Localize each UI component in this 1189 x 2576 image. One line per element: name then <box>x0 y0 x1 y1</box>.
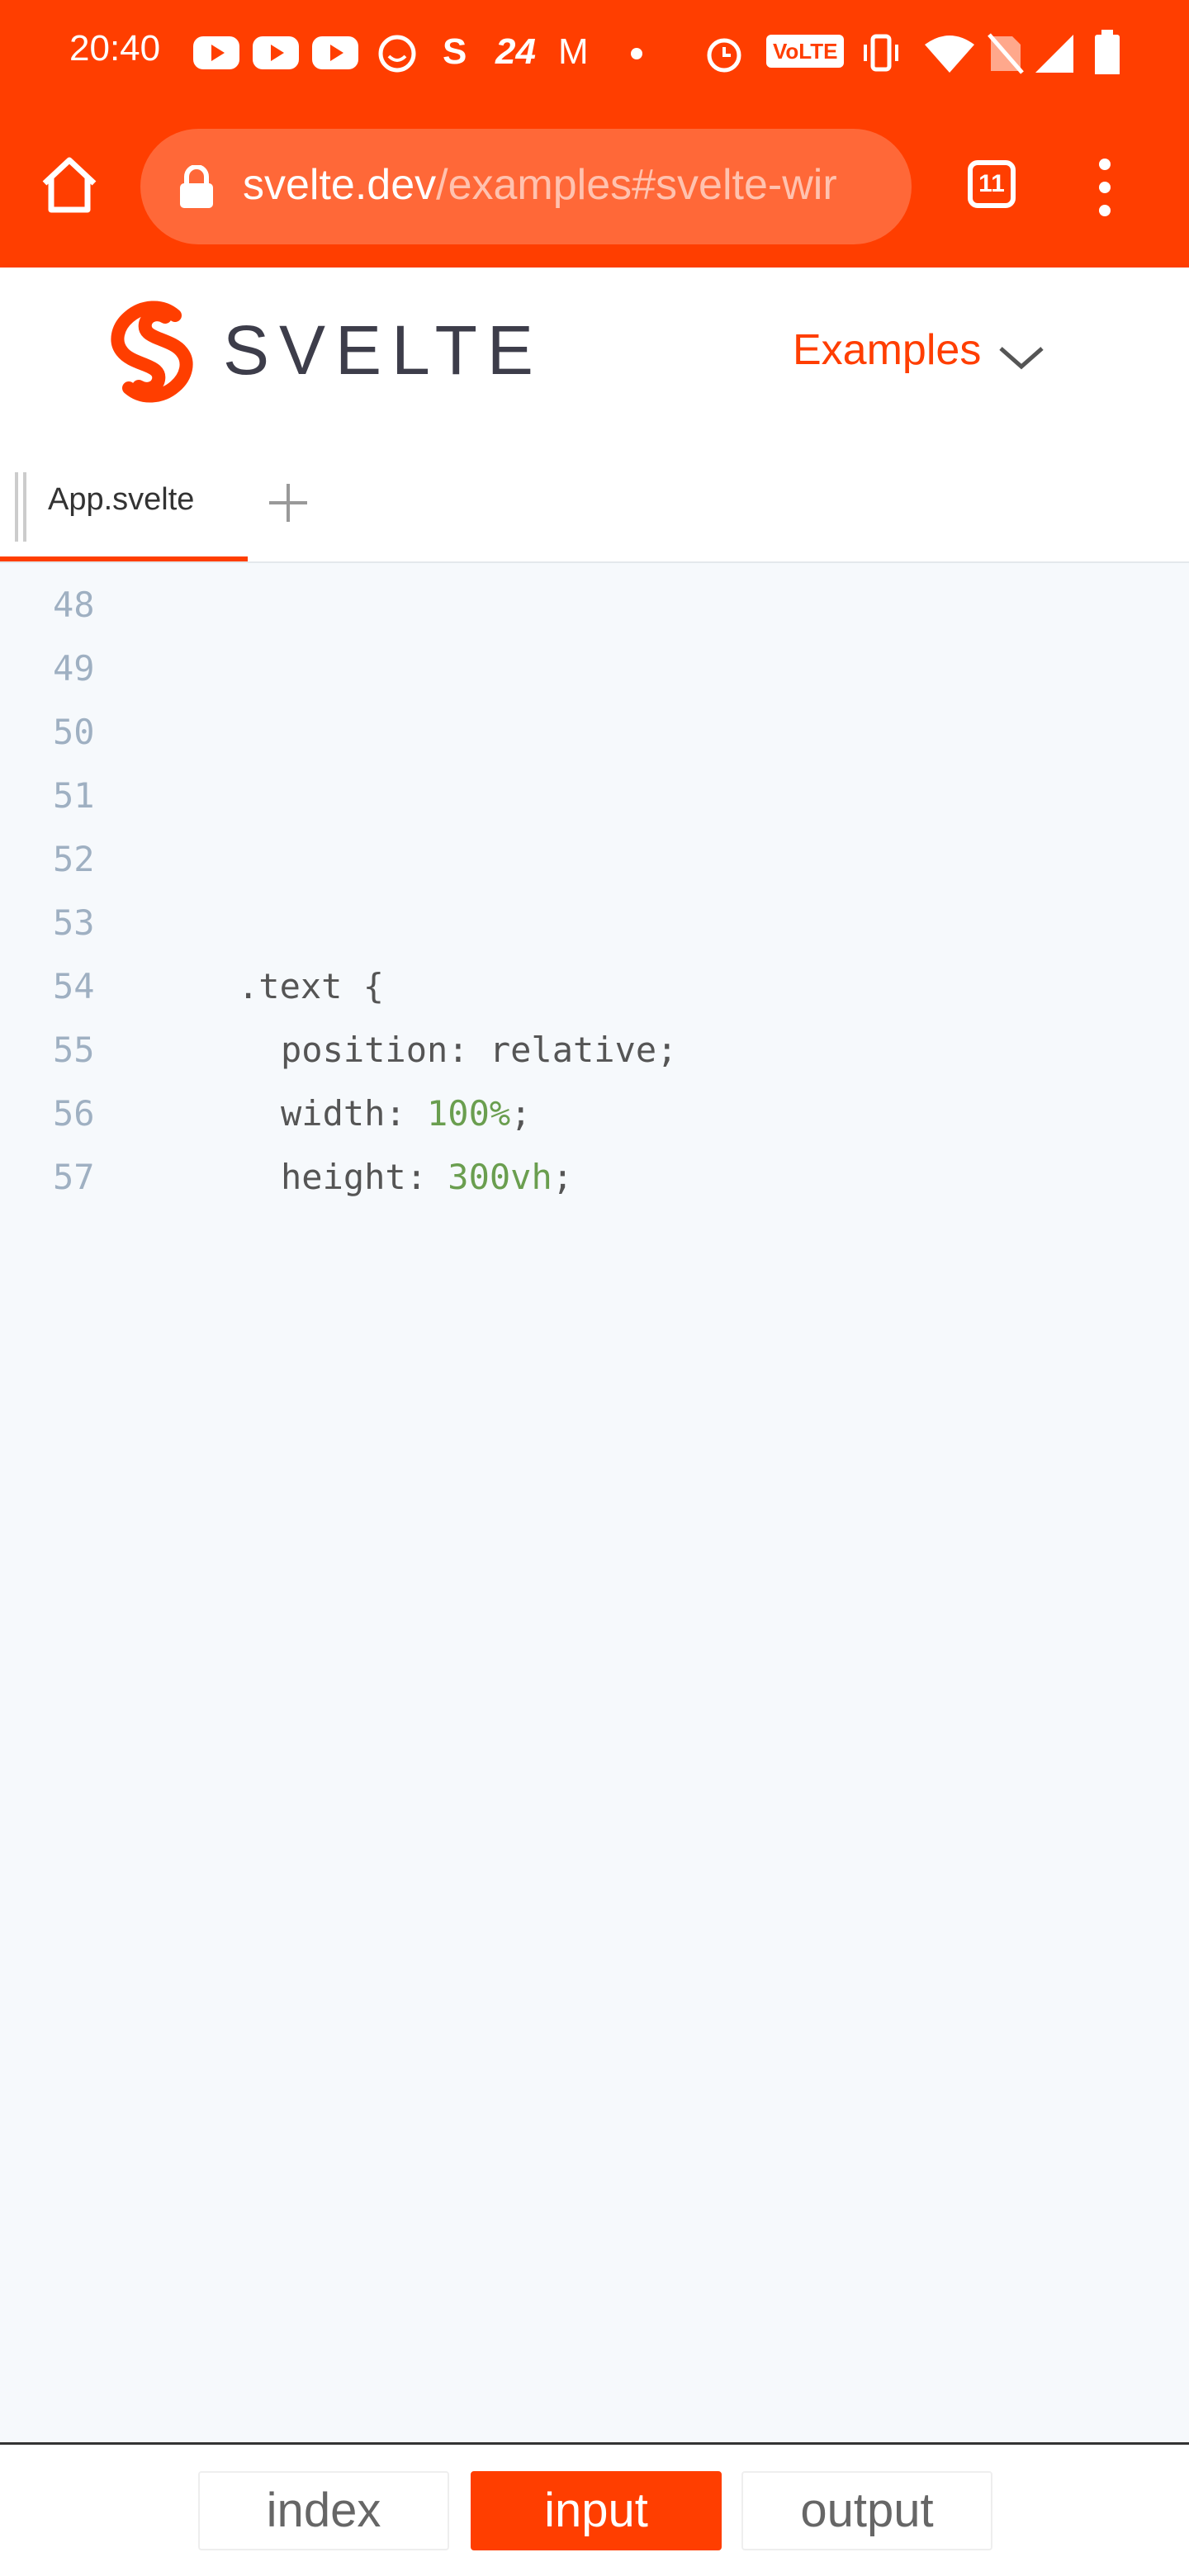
notification-dot-icon <box>631 48 642 59</box>
home-icon[interactable] <box>38 154 101 216</box>
input-toggle-button[interactable]: input <box>471 2471 722 2550</box>
site-header: SVELTE Examples <box>0 268 1189 441</box>
add-tab-icon[interactable] <box>266 481 310 525</box>
output-toggle-button[interactable]: output <box>741 2471 992 2550</box>
code-line[interactable]: 51 <box>0 764 1189 827</box>
url-text[interactable]: svelte.dev/examples#svelte-wir <box>243 160 895 210</box>
code-line[interactable]: 55 position: relative; <box>0 1018 1189 1082</box>
css-semicolon: ; <box>552 1157 574 1197</box>
code-text: position: relative; <box>281 1030 678 1070</box>
no-sim-icon <box>988 33 1024 74</box>
youtube-icon <box>312 36 358 69</box>
editor-tab-bar: App.svelte <box>0 441 1189 563</box>
code-line[interactable]: 48 <box>0 573 1189 637</box>
face-icon <box>378 35 416 73</box>
line-number: 51 <box>53 775 95 816</box>
line-number: 55 <box>53 1030 95 1070</box>
svelte-logo-icon[interactable] <box>109 301 195 403</box>
overflow-menu-icon[interactable] <box>1095 159 1115 216</box>
code-line[interactable]: 49 <box>0 637 1189 700</box>
index-toggle-button[interactable]: index <box>198 2471 449 2550</box>
view-toggle-bar: index input output <box>0 2442 1189 2576</box>
vibrate-icon <box>864 34 898 72</box>
code-line[interactable]: 52 <box>0 827 1189 891</box>
code-editor[interactable]: 48 49 50 51 52 53 54 .text { 55 position: relativ… <box>0 563 1189 2442</box>
css-property: width: <box>281 1093 428 1134</box>
line-number: 57 <box>53 1157 95 1197</box>
code-text: .text { <box>238 966 385 1006</box>
youtube-icon <box>193 36 239 69</box>
lock-icon <box>180 165 213 208</box>
nav-examples-link[interactable]: Examples <box>793 325 981 375</box>
css-property: height: <box>281 1157 448 1197</box>
status-bar: 20:40 S 24 M VoLTE <box>0 0 1189 107</box>
logo-text[interactable]: SVELTE <box>223 310 543 391</box>
volte-icon: VoLTE <box>766 35 845 68</box>
24-app-icon: 24 <box>495 31 536 72</box>
address-bar[interactable]: svelte.dev/examples#svelte-wir <box>140 129 912 244</box>
wifi-icon <box>925 36 974 73</box>
status-time: 20:40 <box>69 28 161 69</box>
tab-label: App.svelte <box>48 482 195 517</box>
alarm-icon <box>707 38 741 73</box>
youtube-icon <box>253 36 299 69</box>
tab-app-svelte[interactable]: App.svelte <box>0 441 248 561</box>
battery-icon <box>1095 30 1120 74</box>
signal-icon <box>1035 35 1073 73</box>
code-line[interactable]: 50 <box>0 700 1189 764</box>
css-number-value: 100% <box>427 1093 511 1134</box>
css-number-value: 300vh <box>448 1157 552 1197</box>
line-number: 52 <box>53 839 95 879</box>
code-line[interactable]: 54 .text { <box>0 954 1189 1018</box>
code-line[interactable]: 53 <box>0 891 1189 954</box>
browser-toolbar: svelte.dev/examples#svelte-wir 11 <box>0 107 1189 268</box>
line-number: 56 <box>53 1093 95 1134</box>
url-path: /examples#svelte-wir <box>436 161 837 209</box>
code-line[interactable]: 56 width: 100%; <box>0 1082 1189 1145</box>
line-number: 48 <box>53 585 95 625</box>
line-number: 49 <box>53 648 95 689</box>
mcdonalds-icon: M <box>558 31 589 72</box>
code-line[interactable]: 57 height: 300vh; <box>0 1145 1189 1209</box>
line-number: 50 <box>53 712 95 752</box>
line-number: 54 <box>53 966 95 1006</box>
css-semicolon: ; <box>510 1093 532 1134</box>
tab-switcher-button[interactable]: 11 <box>968 160 1016 208</box>
s-app-icon: S <box>443 31 467 72</box>
code-text: height: 300vh; <box>281 1145 573 1209</box>
code-text: width: 100%; <box>281 1082 531 1145</box>
line-number: 53 <box>53 902 95 943</box>
url-domain: svelte.dev <box>243 161 437 209</box>
chevron-down-icon[interactable] <box>997 343 1045 372</box>
